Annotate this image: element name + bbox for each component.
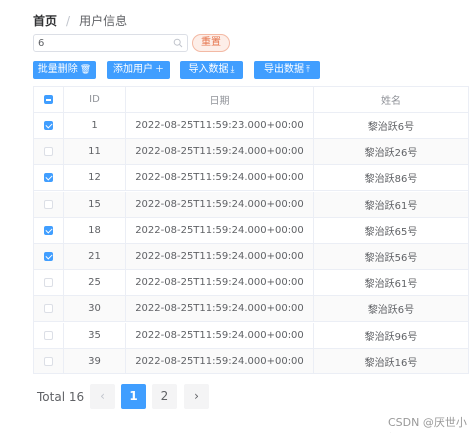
- breadcrumb-separator: /: [66, 13, 71, 28]
- cell-id: 1: [64, 113, 126, 138]
- cell-date: 2022-08-25T11:59:24.000+00:00: [126, 322, 314, 348]
- search-input[interactable]: [38, 36, 168, 50]
- breadcrumb-home[interactable]: 首页: [33, 12, 57, 29]
- add-user-button[interactable]: 添加用户＋: [107, 61, 170, 79]
- row-checkbox[interactable]: [44, 252, 53, 261]
- cell-name: 黎治跃96号: [364, 331, 418, 343]
- row-checkbox[interactable]: [44, 356, 53, 366]
- row-checkbox[interactable]: [44, 330, 53, 340]
- table-row[interactable]: 35 2022-08-25T11:59:24.000+00:00 黎治跃96号: [34, 322, 468, 349]
- row-select-cell: [34, 348, 64, 373]
- select-all-checkbox[interactable]: [44, 95, 53, 104]
- row-checkbox[interactable]: [44, 304, 53, 314]
- table-row[interactable]: 12 2022-08-25T11:59:24.000+00:00 黎治跃86号: [34, 165, 468, 192]
- reset-button[interactable]: 重置: [192, 34, 230, 52]
- row-checkbox[interactable]: [44, 225, 53, 235]
- table-row[interactable]: 1 2022-08-25T11:59:23.000+00:00 黎治跃6号: [34, 113, 468, 139]
- cell-date: 2022-08-25T11:59:23.000+00:00: [126, 113, 314, 138]
- row-select-cell: [34, 322, 64, 348]
- page-2-button[interactable]: 2: [152, 384, 177, 409]
- cell-date: 2022-08-25T11:59:24.000+00:00: [126, 348, 314, 373]
- cell-name: 黎治跃65号: [364, 226, 418, 238]
- trash-icon: 🗑: [79, 65, 92, 75]
- add-user-label: 添加用户: [112, 64, 153, 75]
- next-page-button[interactable]: ›: [184, 384, 209, 409]
- cell-date: 2022-08-25T11:59:24.000+00:00: [126, 191, 314, 217]
- search-box: [33, 34, 188, 52]
- cell-id: 39: [64, 348, 126, 373]
- table-row[interactable]: 11 2022-08-25T11:59:24.000+00:00 黎治跃26号: [34, 139, 468, 166]
- breadcrumb-current: 用户信息: [79, 14, 128, 28]
- header-name: 姓名: [381, 96, 401, 107]
- cell-name: 黎治跃6号: [367, 122, 415, 133]
- cell-id: 11: [64, 139, 126, 165]
- row-select-cell: [34, 139, 64, 165]
- cell-id: 15: [64, 191, 126, 217]
- table-row[interactable]: 21 2022-08-25T11:59:24.000+00:00 黎治跃56号: [34, 244, 468, 270]
- cell-name: 黎治跃56号: [364, 253, 418, 264]
- cell-date: 2022-08-25T11:59:24.000+00:00: [126, 165, 314, 191]
- row-checkbox[interactable]: [44, 173, 53, 183]
- row-select-cell: [34, 296, 64, 322]
- row-checkbox[interactable]: [44, 199, 53, 209]
- row-select-cell: [34, 191, 64, 217]
- row-select-cell: [34, 270, 64, 296]
- row-select-cell: [34, 244, 64, 269]
- cell-name: 黎治跃6号: [367, 305, 415, 317]
- watermark: CSDN @厌世小耀曜: [388, 416, 467, 433]
- batch-delete-button[interactable]: 批量删除 🗑: [33, 61, 96, 79]
- table-row[interactable]: 39 2022-08-25T11:59:24.000+00:00 黎治跃16号: [34, 348, 468, 373]
- header-id: ID: [64, 87, 126, 112]
- row-select-cell: [34, 217, 64, 243]
- cell-date: 2022-08-25T11:59:24.000+00:00: [126, 270, 314, 296]
- cell-id: 35: [64, 322, 126, 348]
- header-date: 日期: [126, 87, 314, 112]
- prev-page-button[interactable]: ‹: [90, 384, 115, 409]
- cell-date: 2022-08-25T11:59:24.000+00:00: [126, 244, 314, 269]
- cell-id: 18: [64, 217, 126, 243]
- upload-icon: ⤒: [306, 65, 310, 75]
- table-header: ID 日期 姓名: [34, 87, 468, 113]
- import-label: 导入数据: [188, 64, 229, 75]
- row-checkbox[interactable]: [44, 121, 53, 130]
- search-icon[interactable]: [173, 38, 183, 48]
- select-all-cell: [34, 87, 64, 112]
- import-button[interactable]: 导入数据 ⤓: [180, 61, 243, 79]
- table-row[interactable]: 30 2022-08-25T11:59:24.000+00:00 黎治跃6号: [34, 296, 468, 323]
- cell-id: 21: [64, 244, 126, 269]
- cell-name: 黎治跃26号: [364, 148, 418, 160]
- batch-delete-label: 批量删除: [37, 64, 78, 75]
- row-select-cell: [34, 165, 64, 191]
- table-row[interactable]: 15 2022-08-25T11:59:24.000+00:00 黎治跃61号: [34, 191, 468, 218]
- cell-date: 2022-08-25T11:59:24.000+00:00: [126, 139, 314, 165]
- row-checkbox[interactable]: [44, 147, 53, 157]
- page-1-button[interactable]: 1: [121, 384, 146, 409]
- cell-id: 30: [64, 296, 126, 322]
- cell-id: 12: [64, 165, 126, 191]
- breadcrumb: 首页 / 用户信息: [33, 12, 127, 29]
- row-select-cell: [34, 113, 64, 138]
- user-table: ID 日期 姓名 1 2022-08-25T11:59:23.000+00:00 黎…: [33, 86, 469, 374]
- export-button[interactable]: 导出数据 ⤒: [254, 61, 320, 79]
- pagination-total: Total 16: [37, 390, 85, 404]
- table-row[interactable]: 25 2022-08-25T11:59:24.000+00:00 黎治跃61号: [34, 270, 468, 297]
- cell-name: 黎治跃86号: [364, 174, 418, 186]
- cell-name: 黎治跃61号: [364, 200, 418, 212]
- export-label: 导出数据: [264, 64, 304, 75]
- table-row[interactable]: 18 2022-08-25T11:59:24.000+00:00 黎治跃65号: [34, 217, 468, 244]
- cell-name: 黎治跃61号: [364, 279, 418, 291]
- row-checkbox[interactable]: [44, 278, 53, 288]
- cell-date: 2022-08-25T11:59:24.000+00:00: [126, 296, 314, 322]
- cell-name: 黎治跃16号: [364, 357, 418, 369]
- cell-date: 2022-08-25T11:59:24.000+00:00: [126, 217, 314, 243]
- cell-id: 25: [64, 270, 126, 296]
- download-icon: ⤓: [230, 65, 235, 75]
- plus-icon: ＋: [154, 65, 164, 75]
